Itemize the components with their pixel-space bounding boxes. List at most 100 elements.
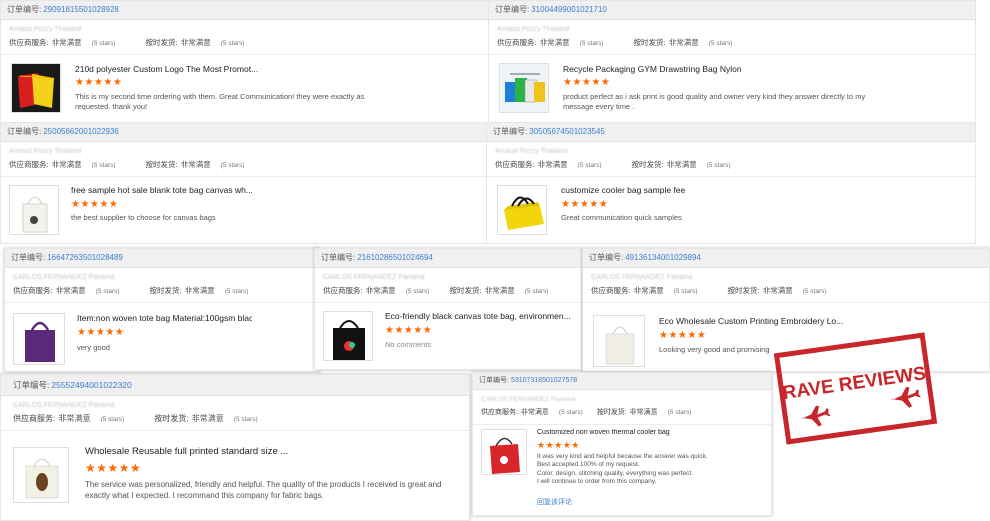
order-number-link[interactable]: 25005662001022936 — [43, 127, 119, 136]
shipping-time-value: 非常满意 — [180, 38, 211, 47]
product-thumbnail[interactable] — [11, 63, 61, 113]
product-thumbnail[interactable] — [9, 185, 59, 235]
canvas-tote-image — [22, 196, 48, 233]
product-thumbnail[interactable] — [593, 315, 645, 367]
order-number-link[interactable]: 25552494001022320 — [51, 380, 131, 390]
review-card-6: 订单编号: 21610286501024694 CARLOS FERNANDEZ … — [314, 248, 582, 370]
divider — [1, 430, 469, 431]
ratings-row: 供应商服务: 非常满意 (5 stars) 按时发货: 非常满意 (5 stars) — [315, 285, 581, 297]
review-card-9: 订单编号: 53107318501027578 CARLOS FERNANDEZ … — [472, 372, 772, 516]
divider — [473, 424, 771, 425]
review-card-3: 订单编号: 25005662001022936 Arnaud Pozzy Thai… — [0, 122, 488, 244]
review-comment: the best supplier to choose for canvas b… — [71, 213, 216, 222]
supplier-service-value: 非常满意 — [51, 160, 82, 169]
supplier-service-label: 供应商服务: — [9, 38, 49, 47]
shipping-time-value: 非常满意 — [191, 414, 224, 423]
review-card-8: 订单编号: 25552494001022320 CARLOS FERNANDEZ … — [0, 374, 470, 521]
divider — [487, 176, 975, 177]
review-comment: Great communication quick samples — [561, 213, 682, 222]
rating-stars: ★★★★★ — [85, 461, 142, 475]
divider — [583, 302, 989, 303]
buyer-name: CARLOS FERNANDEZ Panama — [13, 402, 115, 409]
review-comment: very good — [77, 343, 110, 352]
order-number-link[interactable]: 29091815501028928 — [43, 5, 119, 14]
ratings-row: 供应商服务: 非常满意 (5 stars) 按时发货: 非常满意 (5 stars) — [487, 159, 975, 171]
supplier-service-stars: (5 stars) — [100, 416, 125, 423]
embroidery-tote-image — [605, 326, 635, 365]
shipping-time-stars: (5 stars) — [220, 40, 245, 47]
shipping-time-label: 按时发货: — [633, 38, 666, 47]
product-thumbnail[interactable] — [497, 185, 547, 235]
rating-stars: ★★★★★ — [77, 327, 125, 338]
supplier-service-stars: (5 stars) — [95, 288, 120, 295]
order-number-link[interactable]: 30505674501023545 — [529, 127, 605, 136]
order-header: 订单编号: 31004499001021710 — [489, 1, 975, 20]
buyer-name: CARLOS FERNANDEZ Panama — [13, 274, 115, 281]
product-title[interactable]: free sample hot sale blank tote bag canv… — [71, 185, 471, 195]
supplier-service-label: 供应商服务: — [13, 286, 53, 295]
shipping-time-label: 按时发货: — [631, 160, 664, 169]
rating-stars: ★★★★★ — [75, 77, 123, 88]
order-number-link[interactable]: 31004499001021710 — [531, 5, 607, 14]
review-card-5: 订单编号: 16647263501028489 CARLOS FERNANDEZ … — [4, 248, 320, 372]
product-thumbnail[interactable] — [13, 447, 69, 503]
printed-tote-image — [25, 458, 59, 499]
product-title[interactable]: Item:non woven tote bag Material:100gsm … — [77, 313, 252, 323]
shipping-time-value: 非常满意 — [180, 160, 211, 169]
product-thumbnail[interactable] — [481, 429, 527, 475]
product-title[interactable]: Eco-friendly black canvas tote bag, envi… — [385, 311, 575, 321]
comment-line: Color, design, stitching quality, everyt… — [537, 469, 693, 477]
divider — [489, 54, 975, 55]
supplier-service-stars: (5 stars) — [673, 288, 698, 295]
order-label: 订单编号: — [479, 377, 509, 384]
product-title[interactable]: Eco Wholesale Custom Printing Embroidery… — [659, 316, 859, 326]
airplane-icon — [801, 405, 831, 427]
reply-link[interactable]: 回复该评论 — [537, 497, 572, 507]
product-title[interactable]: Customized non woven thermal cooler bag — [537, 429, 757, 436]
product-thumbnail[interactable] — [499, 63, 549, 113]
ratings-row: 供应商服务: 非常满意 (5 stars) 按时发货: 非常满意 (5 stars) — [489, 37, 975, 49]
order-header: 订单编号: 29091815501028928 — [1, 1, 489, 20]
order-number-link[interactable]: 49136134001029894 — [625, 253, 701, 262]
black-tote-image — [333, 320, 365, 360]
buyer-name: Arnaud Pozzy Thailand — [9, 148, 82, 155]
product-thumbnail[interactable] — [13, 313, 65, 365]
supplier-service-stars: (5 stars) — [405, 288, 430, 295]
rating-stars: ★★★★★ — [537, 440, 580, 450]
rating-stars: ★★★★★ — [71, 199, 119, 210]
order-number-link[interactable]: 53107318501027578 — [511, 377, 577, 384]
divider — [5, 302, 319, 303]
product-thumbnail[interactable] — [323, 311, 373, 361]
supplier-service-value: 非常满意 — [633, 286, 664, 295]
order-header: 订单编号: 30505674501023545 — [487, 123, 975, 142]
supplier-service-value: 非常满意 — [539, 38, 570, 47]
product-title[interactable]: Wholesale Reusable full printed standard… — [85, 446, 455, 457]
order-header: 订单编号: 25552494001022320 — [1, 375, 469, 396]
shipping-time-label: 按时发货: — [727, 286, 760, 295]
supplier-service-label: 供应商服务: — [497, 38, 537, 47]
shipping-time-stars: (5 stars) — [220, 162, 245, 169]
comment-line: Best accepted 100% of my request. — [537, 461, 640, 469]
supplier-service-value: 非常满意 — [55, 286, 86, 295]
ratings-row: 供应商服务: 非常满意 (5 stars) 按时发货: 非常满意 (5 stars) — [5, 285, 319, 297]
supplier-service-label: 供应商服务: — [323, 286, 363, 295]
shipping-time-value: 非常满意 — [762, 286, 793, 295]
order-number-link[interactable]: 21610286501024694 — [357, 253, 433, 262]
review-card-4: 订单编号: 30505674501023545 Arnaud Pozzy Thai… — [486, 122, 976, 244]
comment-line: I will continue to order from this compa… — [537, 477, 657, 485]
product-title[interactable]: Recycle Packaging GYM Drawstring Bag Nyl… — [563, 64, 963, 74]
supplier-service-value: 非常满意 — [537, 160, 568, 169]
review-comment: No comments — [385, 340, 432, 349]
shipping-time-label: 按时发货: — [145, 160, 178, 169]
rating-stars: ★★★★★ — [561, 199, 609, 210]
comment-line: It was very kind and helpful because the… — [537, 453, 708, 460]
order-header: 订单编号: 49136134001029894 — [583, 249, 989, 268]
rating-stars: ★★★★★ — [385, 325, 433, 336]
buyer-name: CARLOS FERNANDEZ Panama — [591, 274, 693, 281]
shipping-time-stars: (5 stars) — [802, 288, 827, 295]
order-label: 订单编号: — [11, 253, 46, 262]
product-title[interactable]: 210d polyester Custom Logo The Most Prom… — [75, 64, 475, 74]
supplier-service-value: 非常满意 — [365, 286, 396, 295]
order-number-link[interactable]: 16647263501028489 — [47, 253, 123, 262]
product-title[interactable]: customize cooler bag sample fee — [561, 185, 961, 195]
